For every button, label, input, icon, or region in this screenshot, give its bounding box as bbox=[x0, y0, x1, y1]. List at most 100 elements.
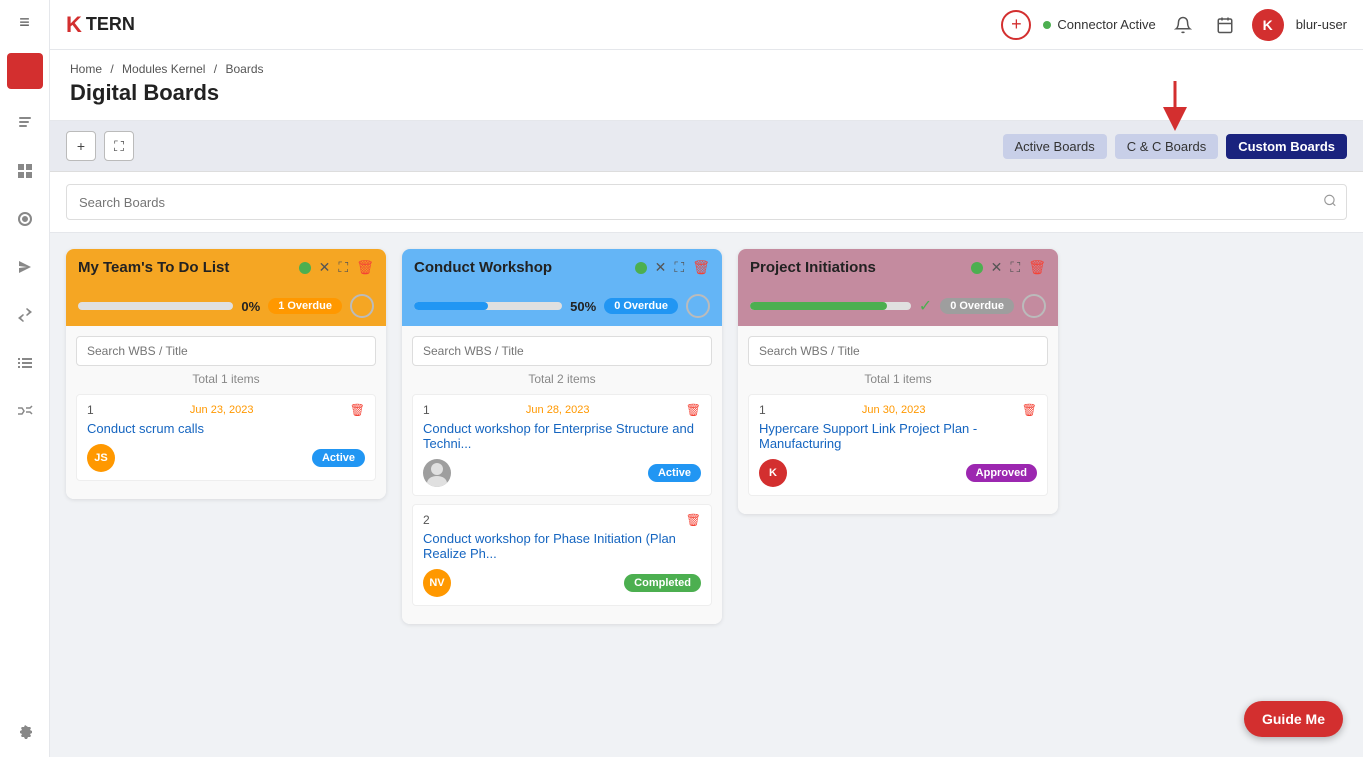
sidebar-icon-list[interactable] bbox=[11, 349, 39, 377]
board-expand-icon[interactable]: ⛶ bbox=[674, 259, 684, 276]
board-status-dot bbox=[635, 262, 647, 274]
board-item-footer: JS Active bbox=[87, 444, 365, 472]
board-item-title[interactable]: Conduct workshop for Phase Initiation (P… bbox=[423, 531, 701, 561]
sidebar-menu-icon[interactable]: ≡ bbox=[19, 12, 30, 33]
boards-area: My Team's To Do List ✕ ⛶ 🗑 0% 1 Overdue … bbox=[50, 233, 1363, 757]
sidebar-icon-settings[interactable] bbox=[11, 717, 39, 745]
sidebar-icon-notes[interactable] bbox=[11, 109, 39, 137]
calendar-icon[interactable] bbox=[1210, 10, 1240, 40]
add-button[interactable]: + bbox=[66, 131, 96, 161]
breadcrumb-modules[interactable]: Modules Kernel bbox=[122, 62, 205, 76]
board-body: Total 2 items 1 Jun 28, 2023 🗑 Conduct w… bbox=[402, 326, 722, 624]
board-item-delete-icon[interactable]: 🗑 bbox=[686, 403, 701, 417]
circle-button[interactable] bbox=[686, 294, 710, 318]
progress-pct: 50% bbox=[570, 299, 596, 314]
board-item-header: 1 Jun 28, 2023 🗑 bbox=[423, 403, 701, 417]
board-item-date: Jun 28, 2023 bbox=[526, 404, 590, 416]
sidebar-icon-exchange[interactable] bbox=[11, 301, 39, 329]
board-item-delete-icon[interactable]: 🗑 bbox=[350, 403, 365, 417]
cc-boards-button[interactable]: C & C Boards bbox=[1115, 134, 1218, 159]
user-avatar[interactable]: JS bbox=[87, 444, 115, 472]
board-item-title[interactable]: Conduct workshop for Enterprise Structur… bbox=[423, 421, 701, 451]
board-item-footer: K Approved bbox=[759, 459, 1037, 487]
breadcrumb-sep1: / bbox=[110, 62, 113, 76]
breadcrumb: Home / Modules Kernel / Boards bbox=[70, 62, 1343, 76]
board-search-input[interactable] bbox=[76, 336, 376, 366]
search-input[interactable] bbox=[66, 184, 1347, 220]
user-avatar[interactable]: NV bbox=[423, 569, 451, 597]
user-name: blur-user bbox=[1296, 17, 1347, 32]
board-expand-icon[interactable]: ⛶ bbox=[338, 259, 348, 276]
toolbar: + ⛶ Active Boards C & C Boards Custom Bo… bbox=[50, 121, 1363, 172]
sidebar-icon-circle[interactable] bbox=[11, 205, 39, 233]
board-title: Project Initiations bbox=[750, 259, 963, 276]
board-search-input[interactable] bbox=[412, 336, 712, 366]
active-boards-button[interactable]: Active Boards bbox=[1003, 134, 1107, 159]
sidebar: ≡ bbox=[0, 0, 50, 757]
search-wrapper bbox=[66, 184, 1347, 220]
user-avatar[interactable]: K bbox=[759, 459, 787, 487]
board-expand-icon[interactable]: ⛶ bbox=[1010, 259, 1020, 276]
overdue-badge: 0 Overdue bbox=[604, 298, 678, 314]
board-item-date: Jun 23, 2023 bbox=[190, 404, 254, 416]
board-header: Conduct Workshop ✕ ⛶ 🗑 bbox=[402, 249, 722, 286]
custom-boards-button[interactable]: Custom Boards bbox=[1226, 134, 1347, 159]
connector-dot bbox=[1043, 21, 1051, 29]
board-item-title[interactable]: Conduct scrum calls bbox=[87, 421, 365, 436]
sidebar-icon-grid[interactable] bbox=[11, 157, 39, 185]
board-progress: 0% 1 Overdue bbox=[66, 286, 386, 326]
board-body: Total 1 items 1 Jun 23, 2023 🗑 Conduct s… bbox=[66, 326, 386, 499]
progress-pct: 0% bbox=[241, 299, 260, 314]
guide-me-button[interactable]: Guide Me bbox=[1244, 701, 1343, 737]
board-card: My Team's To Do List ✕ ⛶ 🗑 0% 1 Overdue … bbox=[66, 249, 386, 499]
connector-label: Connector Active bbox=[1057, 17, 1155, 32]
board-item-footer: NV Completed bbox=[423, 569, 701, 597]
user-avatar[interactable] bbox=[423, 459, 451, 487]
connector-status: Connector Active bbox=[1043, 17, 1155, 32]
board-item: 1 Jun 30, 2023 🗑 Hypercare Support Link … bbox=[748, 394, 1048, 496]
board-close-icon[interactable]: ✕ bbox=[319, 259, 331, 276]
board-total: Total 1 items bbox=[748, 372, 1048, 386]
board-progress: 50% 0 Overdue bbox=[402, 286, 722, 326]
board-title: Conduct Workshop bbox=[414, 259, 627, 276]
board-close-icon[interactable]: ✕ bbox=[655, 259, 667, 276]
board-total: Total 1 items bbox=[76, 372, 376, 386]
board-status-dot bbox=[299, 262, 311, 274]
status-badge: Active bbox=[312, 449, 365, 467]
notification-icon[interactable] bbox=[1168, 10, 1198, 40]
arrow-indicator bbox=[1155, 81, 1195, 131]
board-item-delete-icon[interactable]: 🗑 bbox=[686, 513, 701, 527]
board-delete-icon[interactable]: 🗑 bbox=[692, 259, 710, 276]
board-delete-icon[interactable]: 🗑 bbox=[356, 259, 374, 276]
sidebar-red-block[interactable] bbox=[7, 53, 43, 89]
board-item-header: 1 Jun 30, 2023 🗑 bbox=[759, 403, 1037, 417]
board-close-icon[interactable]: ✕ bbox=[991, 259, 1003, 276]
progress-bar-bg bbox=[78, 302, 233, 310]
board-item-header: 2 🗑 bbox=[423, 513, 701, 527]
user-avatar[interactable]: K bbox=[1252, 9, 1284, 41]
board-header: My Team's To Do List ✕ ⛶ 🗑 bbox=[66, 249, 386, 286]
expand-button[interactable]: ⛶ bbox=[104, 131, 134, 161]
board-item-title[interactable]: Hypercare Support Link Project Plan - Ma… bbox=[759, 421, 1037, 451]
board-title: My Team's To Do List bbox=[78, 259, 291, 276]
board-item-delete-icon[interactable]: 🗑 bbox=[1022, 403, 1037, 417]
sidebar-icon-shuffle[interactable] bbox=[11, 397, 39, 425]
circle-button[interactable] bbox=[350, 294, 374, 318]
main-area: K TERN + Connector Active K blur-user Hom… bbox=[50, 0, 1363, 757]
board-item-num: 2 bbox=[423, 513, 430, 527]
board-item: 1 Jun 23, 2023 🗑 Conduct scrum calls JS … bbox=[76, 394, 376, 481]
board-header: Project Initiations ✕ ⛶ 🗑 bbox=[738, 249, 1058, 286]
progress-bar-bg bbox=[414, 302, 562, 310]
breadcrumb-boards[interactable]: Boards bbox=[225, 62, 263, 76]
board-delete-icon[interactable]: 🗑 bbox=[1028, 259, 1046, 276]
status-badge: Completed bbox=[624, 574, 701, 592]
board-body: Total 1 items 1 Jun 30, 2023 🗑 Hypercare… bbox=[738, 326, 1058, 514]
sidebar-icon-send[interactable] bbox=[11, 253, 39, 281]
breadcrumb-home[interactable]: Home bbox=[70, 62, 102, 76]
board-item: 2 🗑 Conduct workshop for Phase Initiatio… bbox=[412, 504, 712, 606]
circle-button[interactable] bbox=[1022, 294, 1046, 318]
logo-tern: TERN bbox=[86, 14, 135, 35]
board-search-input[interactable] bbox=[748, 336, 1048, 366]
topnav-add-button[interactable]: + bbox=[1001, 10, 1031, 40]
board-status-dot bbox=[971, 262, 983, 274]
